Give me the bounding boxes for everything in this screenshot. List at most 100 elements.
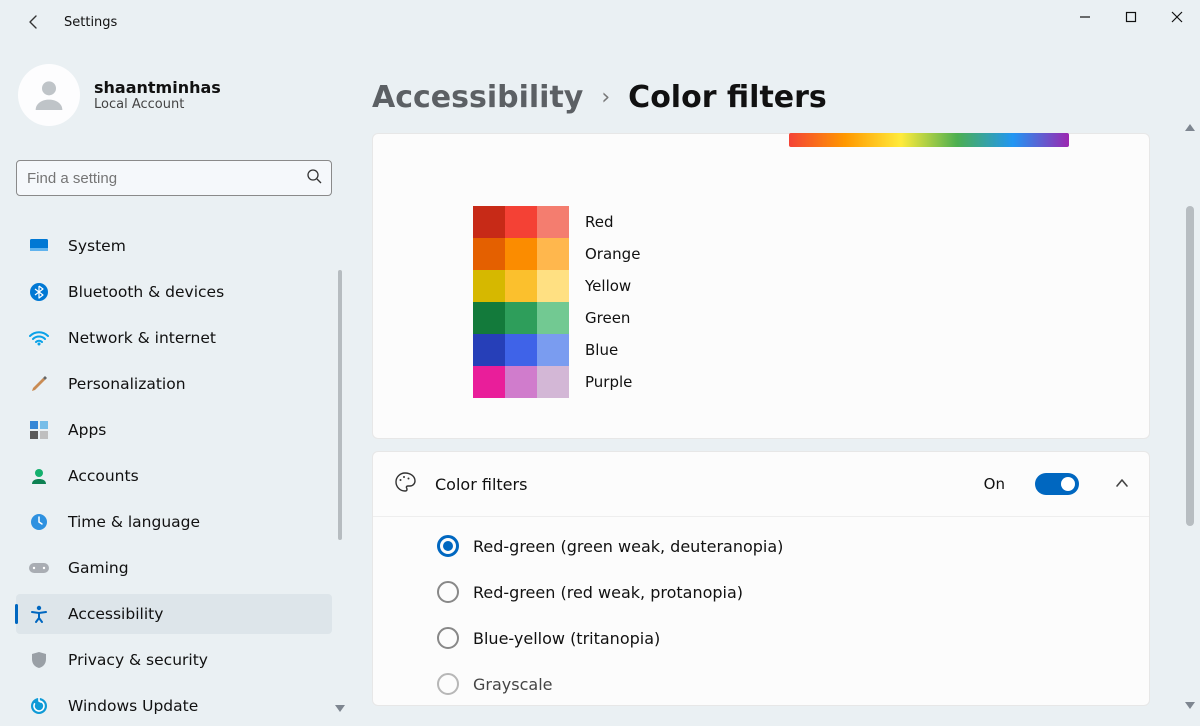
- monitor-icon: [28, 235, 50, 257]
- page-title: Color filters: [628, 80, 827, 115]
- swatch-cell: [505, 238, 537, 270]
- sidebar-item-gaming[interactable]: Gaming: [16, 548, 332, 588]
- nav-list: System Bluetooth & devices Network & int…: [16, 226, 332, 726]
- swatch-row: [473, 238, 569, 270]
- minimize-button[interactable]: [1062, 0, 1108, 34]
- sidebar-item-label: Gaming: [68, 559, 129, 577]
- swatch-cell: [473, 366, 505, 398]
- radio-icon: [437, 673, 459, 695]
- bluetooth-icon: [28, 281, 50, 303]
- sidebar-item-accounts[interactable]: Accounts: [16, 456, 332, 496]
- swatch-row: [473, 302, 569, 334]
- sidebar-item-label: Windows Update: [68, 697, 198, 715]
- swatch-cell: [505, 206, 537, 238]
- avatar: [18, 64, 80, 126]
- sidebar-item-accessibility[interactable]: Accessibility: [16, 594, 332, 634]
- swatch-cell: [505, 366, 537, 398]
- minimize-icon: [1079, 11, 1091, 23]
- swatch-cell: [537, 206, 569, 238]
- sidebar-scrollbar[interactable]: [338, 270, 342, 700]
- swatch-cell: [505, 302, 537, 334]
- color-filters-card: Color filters On Red-green (green weak, …: [372, 451, 1150, 706]
- arrow-left-icon: [26, 14, 42, 30]
- titlebar: Settings: [0, 0, 1200, 44]
- filter-option-label: Red-green (red weak, protanopia): [473, 583, 743, 602]
- breadcrumb: Accessibility › Color filters: [372, 80, 1176, 115]
- sidebar-item-apps[interactable]: Apps: [16, 410, 332, 450]
- scroll-down-arrow-icon[interactable]: [1185, 702, 1195, 709]
- maximize-button[interactable]: [1108, 0, 1154, 34]
- sidebar-item-label: Time & language: [68, 513, 200, 531]
- swatch-row: [473, 334, 569, 366]
- color-filters-header[interactable]: Color filters On: [373, 452, 1149, 517]
- filter-option[interactable]: Blue-yellow (tritanopia): [437, 627, 1149, 649]
- back-button[interactable]: [18, 6, 50, 38]
- swatch-cell: [505, 334, 537, 366]
- sidebar-item-system[interactable]: System: [16, 226, 332, 266]
- user-card[interactable]: shaantminhas Local Account: [16, 56, 332, 136]
- swatch-cell: [473, 302, 505, 334]
- filter-option[interactable]: Red-green (red weak, protanopia): [437, 581, 1149, 603]
- window-title: Settings: [64, 15, 117, 30]
- sidebar-item-privacy[interactable]: Privacy & security: [16, 640, 332, 680]
- person-icon: [29, 75, 69, 115]
- sidebar-item-network[interactable]: Network & internet: [16, 318, 332, 358]
- account-icon: [28, 465, 50, 487]
- radio-icon: [437, 627, 459, 649]
- accessibility-icon: [28, 603, 50, 625]
- scrollbar-thumb[interactable]: [338, 270, 342, 540]
- sidebar-item-label: Personalization: [68, 375, 186, 393]
- scroll-down-arrow-icon[interactable]: [335, 705, 345, 712]
- swatch-cell: [537, 270, 569, 302]
- sidebar-item-update[interactable]: Windows Update: [16, 686, 332, 726]
- sidebar-item-label: System: [68, 237, 126, 255]
- content-scrollbar[interactable]: [1186, 126, 1194, 707]
- wifi-icon: [28, 327, 50, 349]
- apps-icon: [28, 419, 50, 441]
- color-filters-toggle[interactable]: [1035, 473, 1079, 495]
- sidebar-item-label: Accounts: [68, 467, 139, 485]
- filter-radio-list: Red-green (green weak, deuteranopia) Red-…: [373, 517, 1149, 705]
- swatch-label: Green: [585, 302, 640, 334]
- swatch-cell: [473, 206, 505, 238]
- maximize-icon: [1125, 11, 1137, 23]
- radio-icon: [437, 535, 459, 557]
- sidebar-item-label: Privacy & security: [68, 651, 208, 669]
- swatch-cell: [537, 302, 569, 334]
- sidebar-item-label: Accessibility: [68, 605, 163, 623]
- globe-clock-icon: [28, 511, 50, 533]
- palette-icon: [393, 470, 417, 498]
- chevron-right-icon: ›: [601, 85, 610, 110]
- breadcrumb-parent[interactable]: Accessibility: [372, 80, 583, 115]
- sidebar-item-label: Bluetooth & devices: [68, 283, 224, 301]
- filter-option-label: Blue-yellow (tritanopia): [473, 629, 660, 648]
- shield-icon: [28, 649, 50, 671]
- filter-option[interactable]: Grayscale: [437, 673, 1149, 695]
- filter-option[interactable]: Red-green (green weak, deuteranopia): [437, 535, 1149, 557]
- filter-option-label: Grayscale: [473, 675, 552, 694]
- content-area: Accessibility › Color filters RedOrangeY…: [348, 44, 1200, 715]
- swatch-cell: [505, 270, 537, 302]
- close-button[interactable]: [1154, 0, 1200, 34]
- scroll-up-arrow-icon[interactable]: [1185, 124, 1195, 131]
- search-input[interactable]: [16, 160, 332, 196]
- sidebar-item-personalization[interactable]: Personalization: [16, 364, 332, 404]
- toggle-state-text: On: [984, 475, 1005, 493]
- user-account-type: Local Account: [94, 97, 221, 112]
- sidebar-item-bluetooth[interactable]: Bluetooth & devices: [16, 272, 332, 312]
- sidebar-item-label: Network & internet: [68, 329, 216, 347]
- swatch-cell: [537, 366, 569, 398]
- rainbow-strip: [789, 133, 1069, 147]
- user-name: shaantminhas: [94, 78, 221, 97]
- sidebar: shaantminhas Local Account System Blueto…: [0, 44, 348, 715]
- swatch-cell: [537, 238, 569, 270]
- swatch-label: Blue: [585, 334, 640, 366]
- scrollbar-thumb[interactable]: [1186, 206, 1194, 526]
- swatch-label: Orange: [585, 238, 640, 270]
- swatch-label: Red: [585, 206, 640, 238]
- radio-icon: [437, 581, 459, 603]
- chevron-up-icon[interactable]: [1115, 475, 1129, 494]
- swatch-label: Purple: [585, 366, 640, 398]
- sidebar-item-time[interactable]: Time & language: [16, 502, 332, 542]
- gamepad-icon: [28, 557, 50, 579]
